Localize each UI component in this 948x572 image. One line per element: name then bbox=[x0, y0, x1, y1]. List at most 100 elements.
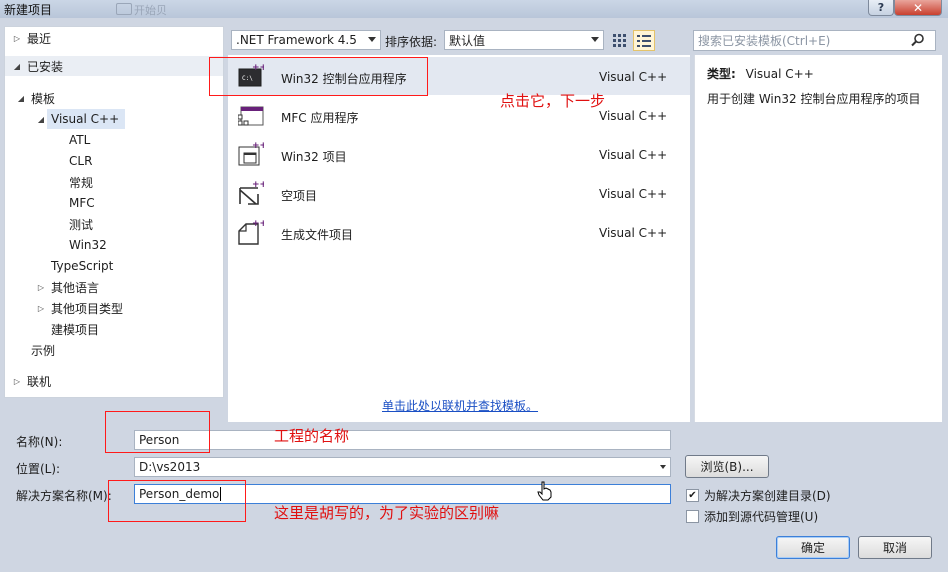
location-label: 位置(L): bbox=[16, 462, 61, 476]
annotation-box-solution-name bbox=[108, 480, 246, 522]
svg-text:++: ++ bbox=[252, 141, 264, 151]
annotation-project-name: 工程的名称 bbox=[274, 427, 350, 445]
checkbox-box[interactable] bbox=[686, 510, 699, 523]
grid-view-icon bbox=[613, 33, 626, 47]
collapse-arrow-icon[interactable]: ◢ bbox=[35, 115, 47, 124]
template-search-input[interactable]: 搜索已安装模板(Ctrl+E) bbox=[693, 30, 936, 51]
small-icons-view-button[interactable] bbox=[609, 30, 631, 51]
expand-arrow-icon[interactable]: ▷ bbox=[35, 283, 47, 292]
create-directory-checkbox[interactable]: ✔ 为解决方案创建目录(D) bbox=[686, 487, 831, 504]
template-language: Visual C++ bbox=[599, 226, 668, 240]
description-text: 用于创建 Win32 控制台应用程序的项目 bbox=[707, 92, 921, 106]
makefile-project-icon: ++ bbox=[238, 219, 264, 245]
help-button[interactable]: ? bbox=[868, 0, 894, 16]
template-category-tree: ▷ 最近 ◢ 已安装 ◢ 模板 ◢ Visual C++ ATL CLR 常规 … bbox=[4, 26, 224, 398]
nav-mfc[interactable]: MFC bbox=[69, 193, 95, 213]
ok-button[interactable]: 确定 bbox=[776, 536, 850, 559]
svg-text:++: ++ bbox=[252, 219, 264, 229]
add-to-source-control-checkbox[interactable]: 添加到源代码管理(U) bbox=[686, 508, 818, 525]
expand-arrow-icon[interactable]: ▷ bbox=[11, 34, 23, 43]
window-title: 新建项目 bbox=[4, 3, 53, 17]
mfc-app-icon bbox=[238, 106, 264, 126]
nav-clr[interactable]: CLR bbox=[69, 151, 92, 171]
nav-win32[interactable]: Win32 bbox=[69, 235, 107, 255]
project-name-input[interactable]: Person bbox=[134, 430, 671, 450]
annotation-click-next: 点击它，下一步 bbox=[500, 92, 606, 110]
nav-modeling-projects[interactable]: 建模项目 bbox=[51, 319, 99, 339]
chevron-down-icon bbox=[591, 37, 599, 42]
nav-templates[interactable]: ◢ 模板 bbox=[15, 88, 55, 108]
type-value: Visual C++ bbox=[745, 67, 814, 81]
name-label: 名称(N): bbox=[16, 435, 63, 449]
template-item-win32-project[interactable]: ++ Win32 项目 Visual C++ bbox=[228, 135, 690, 173]
win32-project-icon: ++ bbox=[238, 141, 264, 166]
nav-visual-cpp-label: Visual C++ bbox=[51, 112, 120, 126]
nav-recent-label: 最近 bbox=[27, 31, 52, 46]
sort-value: 默认值 bbox=[449, 33, 486, 48]
collapse-arrow-icon[interactable]: ◢ bbox=[15, 94, 27, 103]
nav-general[interactable]: 常规 bbox=[69, 172, 93, 192]
template-language: Visual C++ bbox=[599, 70, 668, 84]
add-to-source-control-label: 添加到源代码管理(U) bbox=[704, 510, 819, 524]
list-view-button[interactable] bbox=[633, 30, 655, 51]
location-value: D:\vs2013 bbox=[139, 460, 201, 474]
checkbox-box[interactable]: ✔ bbox=[686, 489, 699, 502]
annotation-box-project-name bbox=[105, 411, 210, 453]
template-name: Win32 项目 bbox=[281, 150, 347, 164]
solution-name-label: 解决方案名称(M): bbox=[16, 489, 112, 503]
nav-other-project-types[interactable]: ▷ 其他项目类型 bbox=[35, 298, 123, 318]
template-list: C:\ ++ Win32 控制台应用程序 Visual C++ MFC 应用程序… bbox=[228, 55, 690, 422]
hand-cursor-icon bbox=[537, 481, 552, 501]
framework-value: .NET Framework 4.5 bbox=[236, 33, 357, 47]
list-view-icon bbox=[637, 34, 651, 47]
nav-other-languages[interactable]: ▷ 其他语言 bbox=[35, 277, 99, 297]
sort-dropdown[interactable]: 默认值 bbox=[444, 30, 604, 50]
search-placeholder: 搜索已安装模板(Ctrl+E) bbox=[698, 34, 831, 48]
nav-visual-cpp[interactable]: ◢ Visual C++ bbox=[35, 109, 119, 129]
type-label: 类型: bbox=[707, 67, 736, 81]
annotation-solution-note: 这里是胡写的，为了实验的区别嘛 bbox=[274, 504, 500, 522]
cancel-button[interactable]: 取消 bbox=[858, 536, 932, 559]
template-item-makefile-project[interactable]: ++ 生成文件项目 Visual C++ bbox=[228, 213, 690, 251]
framework-dropdown[interactable]: .NET Framework 4.5 bbox=[231, 30, 381, 50]
nav-test[interactable]: 测试 bbox=[69, 214, 93, 234]
template-item-empty-project[interactable]: ++ 空项目 Visual C++ bbox=[228, 174, 690, 212]
search-icon[interactable] bbox=[911, 33, 925, 47]
nav-online-label: 联机 bbox=[27, 374, 52, 389]
template-description-panel: 类型: Visual C++ 用于创建 Win32 控制台应用程序的项目 bbox=[694, 55, 942, 422]
svg-text:++: ++ bbox=[252, 180, 264, 190]
template-name: MFC 应用程序 bbox=[281, 111, 359, 125]
template-language: Visual C++ bbox=[599, 148, 668, 162]
browse-button[interactable]: 浏览(B)... bbox=[685, 455, 769, 478]
nav-typescript[interactable]: TypeScript bbox=[51, 256, 113, 276]
find-templates-online-link[interactable]: 单击此处以联机并查找模板。 bbox=[382, 397, 538, 414]
nav-templates-label: 模板 bbox=[31, 91, 56, 106]
location-combobox[interactable]: D:\vs2013 bbox=[134, 457, 671, 477]
nav-online[interactable]: ▷ 联机 bbox=[11, 371, 51, 391]
annotation-box-console-template bbox=[209, 57, 428, 96]
nav-installed[interactable]: ◢ 已安装 bbox=[5, 56, 223, 76]
sort-label: 排序依据: bbox=[385, 35, 438, 49]
expand-arrow-icon[interactable]: ▷ bbox=[11, 377, 23, 386]
checkmark-icon: ✔ bbox=[688, 489, 697, 501]
template-item-mfc[interactable]: MFC 应用程序 Visual C++ bbox=[228, 96, 690, 134]
nav-recent[interactable]: ▷ 最近 bbox=[11, 28, 51, 48]
nav-samples[interactable]: 示例 bbox=[31, 340, 55, 360]
title-bar: 新建项目 开始贝 ? ✕ bbox=[0, 0, 948, 18]
template-language: Visual C++ bbox=[599, 187, 668, 201]
chevron-down-icon[interactable] bbox=[660, 465, 666, 469]
collapse-arrow-icon[interactable]: ◢ bbox=[11, 62, 23, 71]
close-button[interactable]: ✕ bbox=[894, 0, 942, 16]
description-type: 类型: Visual C++ bbox=[707, 65, 814, 82]
template-name: 空项目 bbox=[281, 189, 318, 203]
nav-installed-label: 已安装 bbox=[27, 59, 64, 74]
create-directory-label: 为解决方案创建目录(D) bbox=[704, 489, 831, 503]
chevron-down-icon bbox=[368, 37, 376, 42]
nav-other-languages-label: 其他语言 bbox=[51, 280, 100, 295]
background-tab-icon bbox=[116, 3, 132, 15]
background-tab-label: 开始贝 bbox=[134, 4, 167, 17]
template-language: Visual C++ bbox=[599, 109, 668, 123]
nav-other-project-types-label: 其他项目类型 bbox=[51, 301, 124, 316]
nav-atl[interactable]: ATL bbox=[69, 130, 90, 150]
expand-arrow-icon[interactable]: ▷ bbox=[35, 304, 47, 313]
